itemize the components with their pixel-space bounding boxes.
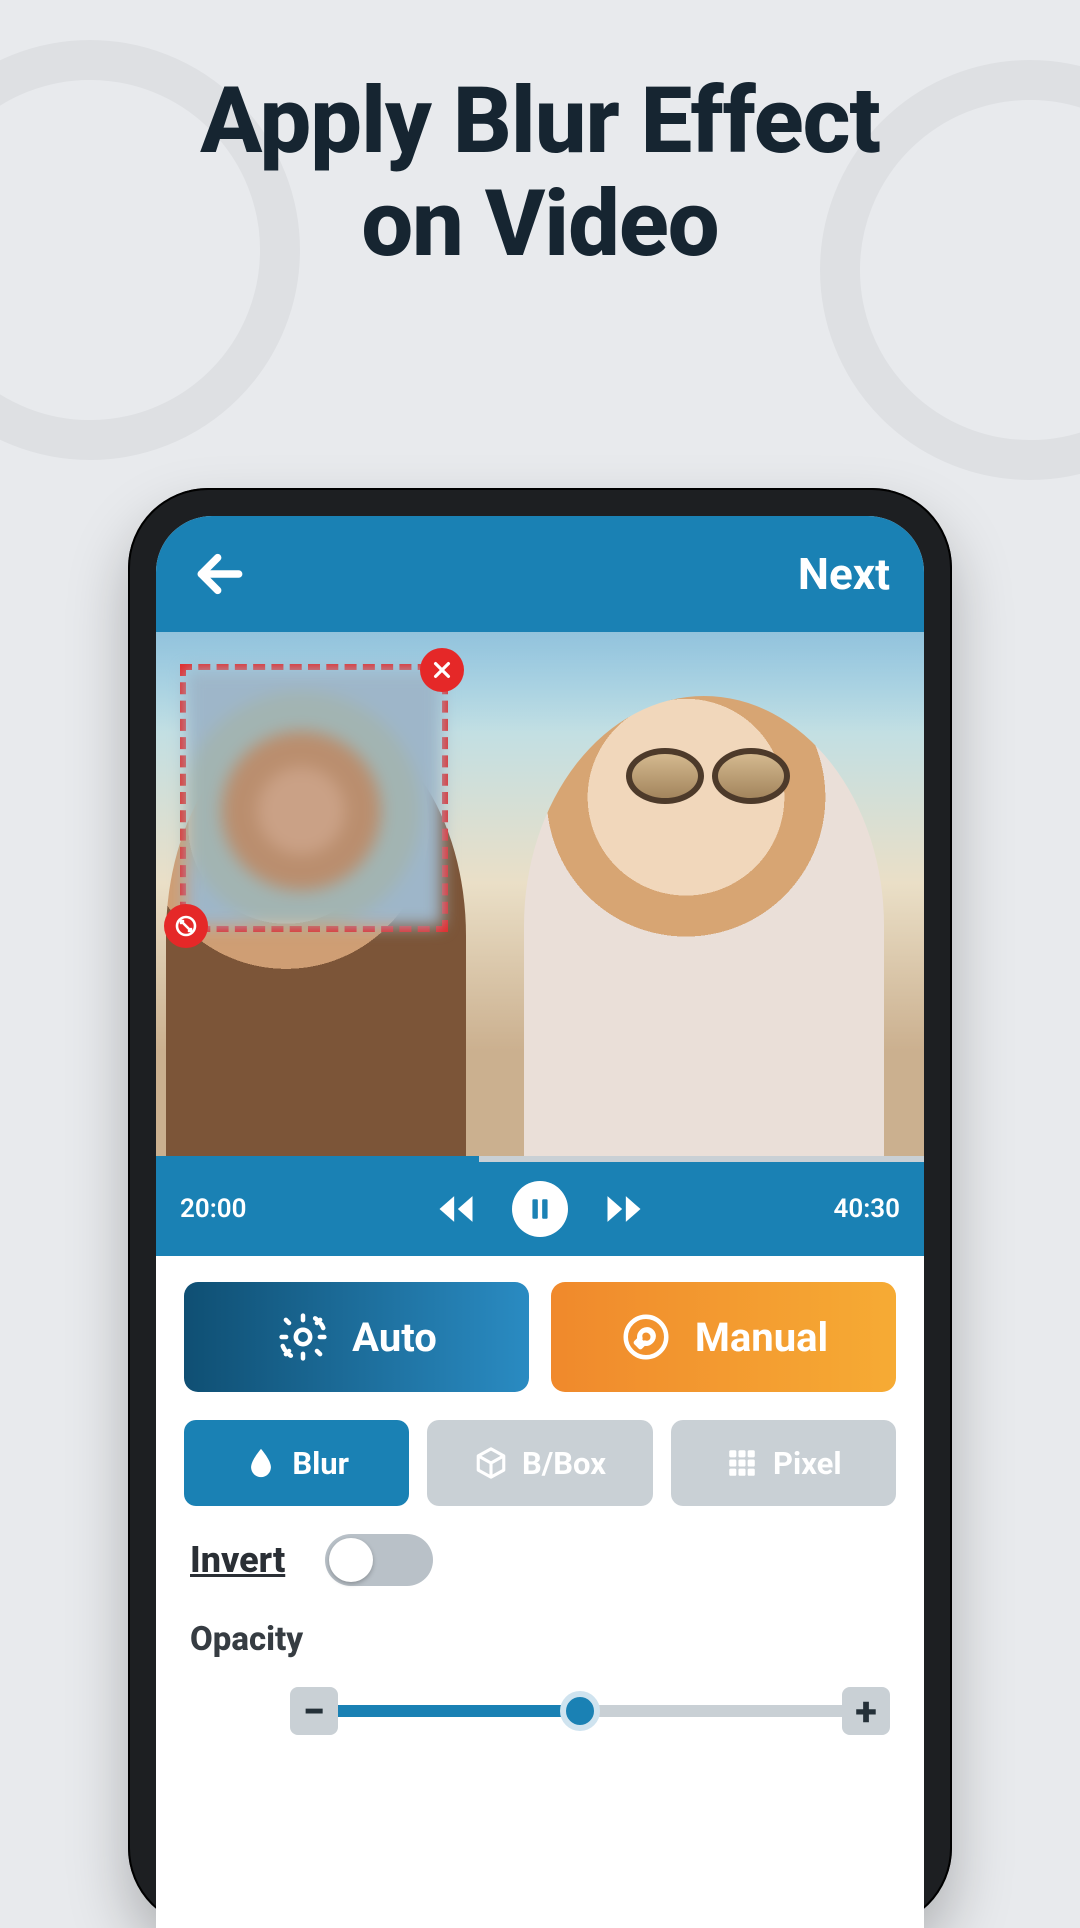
close-icon <box>431 659 453 681</box>
promo-headline: Apply Blur Effect on Video <box>0 0 1080 276</box>
manual-mode-label: Manual <box>695 1314 828 1361</box>
auto-mode-label: Auto <box>352 1314 437 1361</box>
forward-button[interactable] <box>602 1187 646 1231</box>
playback-controls <box>434 1181 646 1237</box>
selection-close-button[interactable] <box>420 648 464 692</box>
current-time-label: 20:00 <box>180 1194 247 1224</box>
mode-row: Auto Manual <box>184 1282 896 1392</box>
app-bar: Next <box>156 516 924 632</box>
blur-selection-box[interactable] <box>180 664 448 932</box>
manual-gear-icon <box>619 1310 673 1364</box>
cube-icon <box>474 1446 508 1480</box>
effect-type-row: Blur B/Box Pixel <box>184 1420 896 1506</box>
bbox-type-button[interactable]: B/Box <box>427 1420 652 1506</box>
controls-panel: Auto Manual Blur B/Box Pixel Invert <box>156 1256 924 1928</box>
grid-icon <box>725 1446 759 1480</box>
opacity-fill <box>338 1705 580 1717</box>
playback-bar: 20:00 40:30 <box>156 1162 924 1256</box>
bbox-type-label: B/Box <box>522 1445 606 1482</box>
manual-mode-button[interactable]: Manual <box>551 1282 896 1392</box>
rewind-icon <box>434 1187 478 1231</box>
pixel-type-label: Pixel <box>773 1445 842 1482</box>
opacity-track[interactable] <box>338 1705 842 1717</box>
selection-resize-handle[interactable] <box>164 904 208 948</box>
scrubber-progress <box>156 1156 479 1162</box>
droplet-icon <box>244 1446 278 1480</box>
blur-type-button[interactable]: Blur <box>184 1420 409 1506</box>
invert-row: Invert <box>184 1534 896 1586</box>
opacity-decrease-button[interactable]: − <box>290 1687 338 1735</box>
auto-mode-button[interactable]: Auto <box>184 1282 529 1392</box>
fast-forward-icon <box>602 1187 646 1231</box>
opacity-label: Opacity <box>190 1620 890 1659</box>
preview-sunglasses <box>626 748 790 804</box>
next-button[interactable]: Next <box>798 548 890 600</box>
blur-type-label: Blur <box>292 1445 349 1482</box>
toggle-knob <box>329 1538 373 1582</box>
headline-line2: on Video <box>0 173 1080 276</box>
headline-line1: Apply Blur Effect <box>0 70 1080 173</box>
back-button[interactable] <box>190 544 250 604</box>
resize-icon <box>174 914 198 938</box>
rewind-button[interactable] <box>434 1187 478 1231</box>
phone-screen: Next 20:00 <box>156 516 924 1928</box>
video-preview[interactable] <box>156 632 924 1156</box>
opacity-increase-button[interactable]: + <box>842 1687 890 1735</box>
play-pause-button[interactable] <box>512 1181 568 1237</box>
blur-region-preview <box>186 670 442 926</box>
opacity-slider[interactable]: − + <box>290 1687 890 1735</box>
pixel-type-button[interactable]: Pixel <box>671 1420 896 1506</box>
auto-gear-icon <box>276 1310 330 1364</box>
invert-label: Invert <box>190 1539 285 1581</box>
phone-frame: Next 20:00 <box>128 488 952 1928</box>
total-time-label: 40:30 <box>834 1194 901 1224</box>
invert-toggle[interactable] <box>325 1534 433 1586</box>
opacity-block: Opacity − + <box>184 1614 896 1735</box>
arrow-left-icon <box>192 546 248 602</box>
opacity-thumb[interactable] <box>560 1691 600 1731</box>
video-scrubber[interactable] <box>156 1156 924 1162</box>
pause-icon <box>527 1196 553 1222</box>
